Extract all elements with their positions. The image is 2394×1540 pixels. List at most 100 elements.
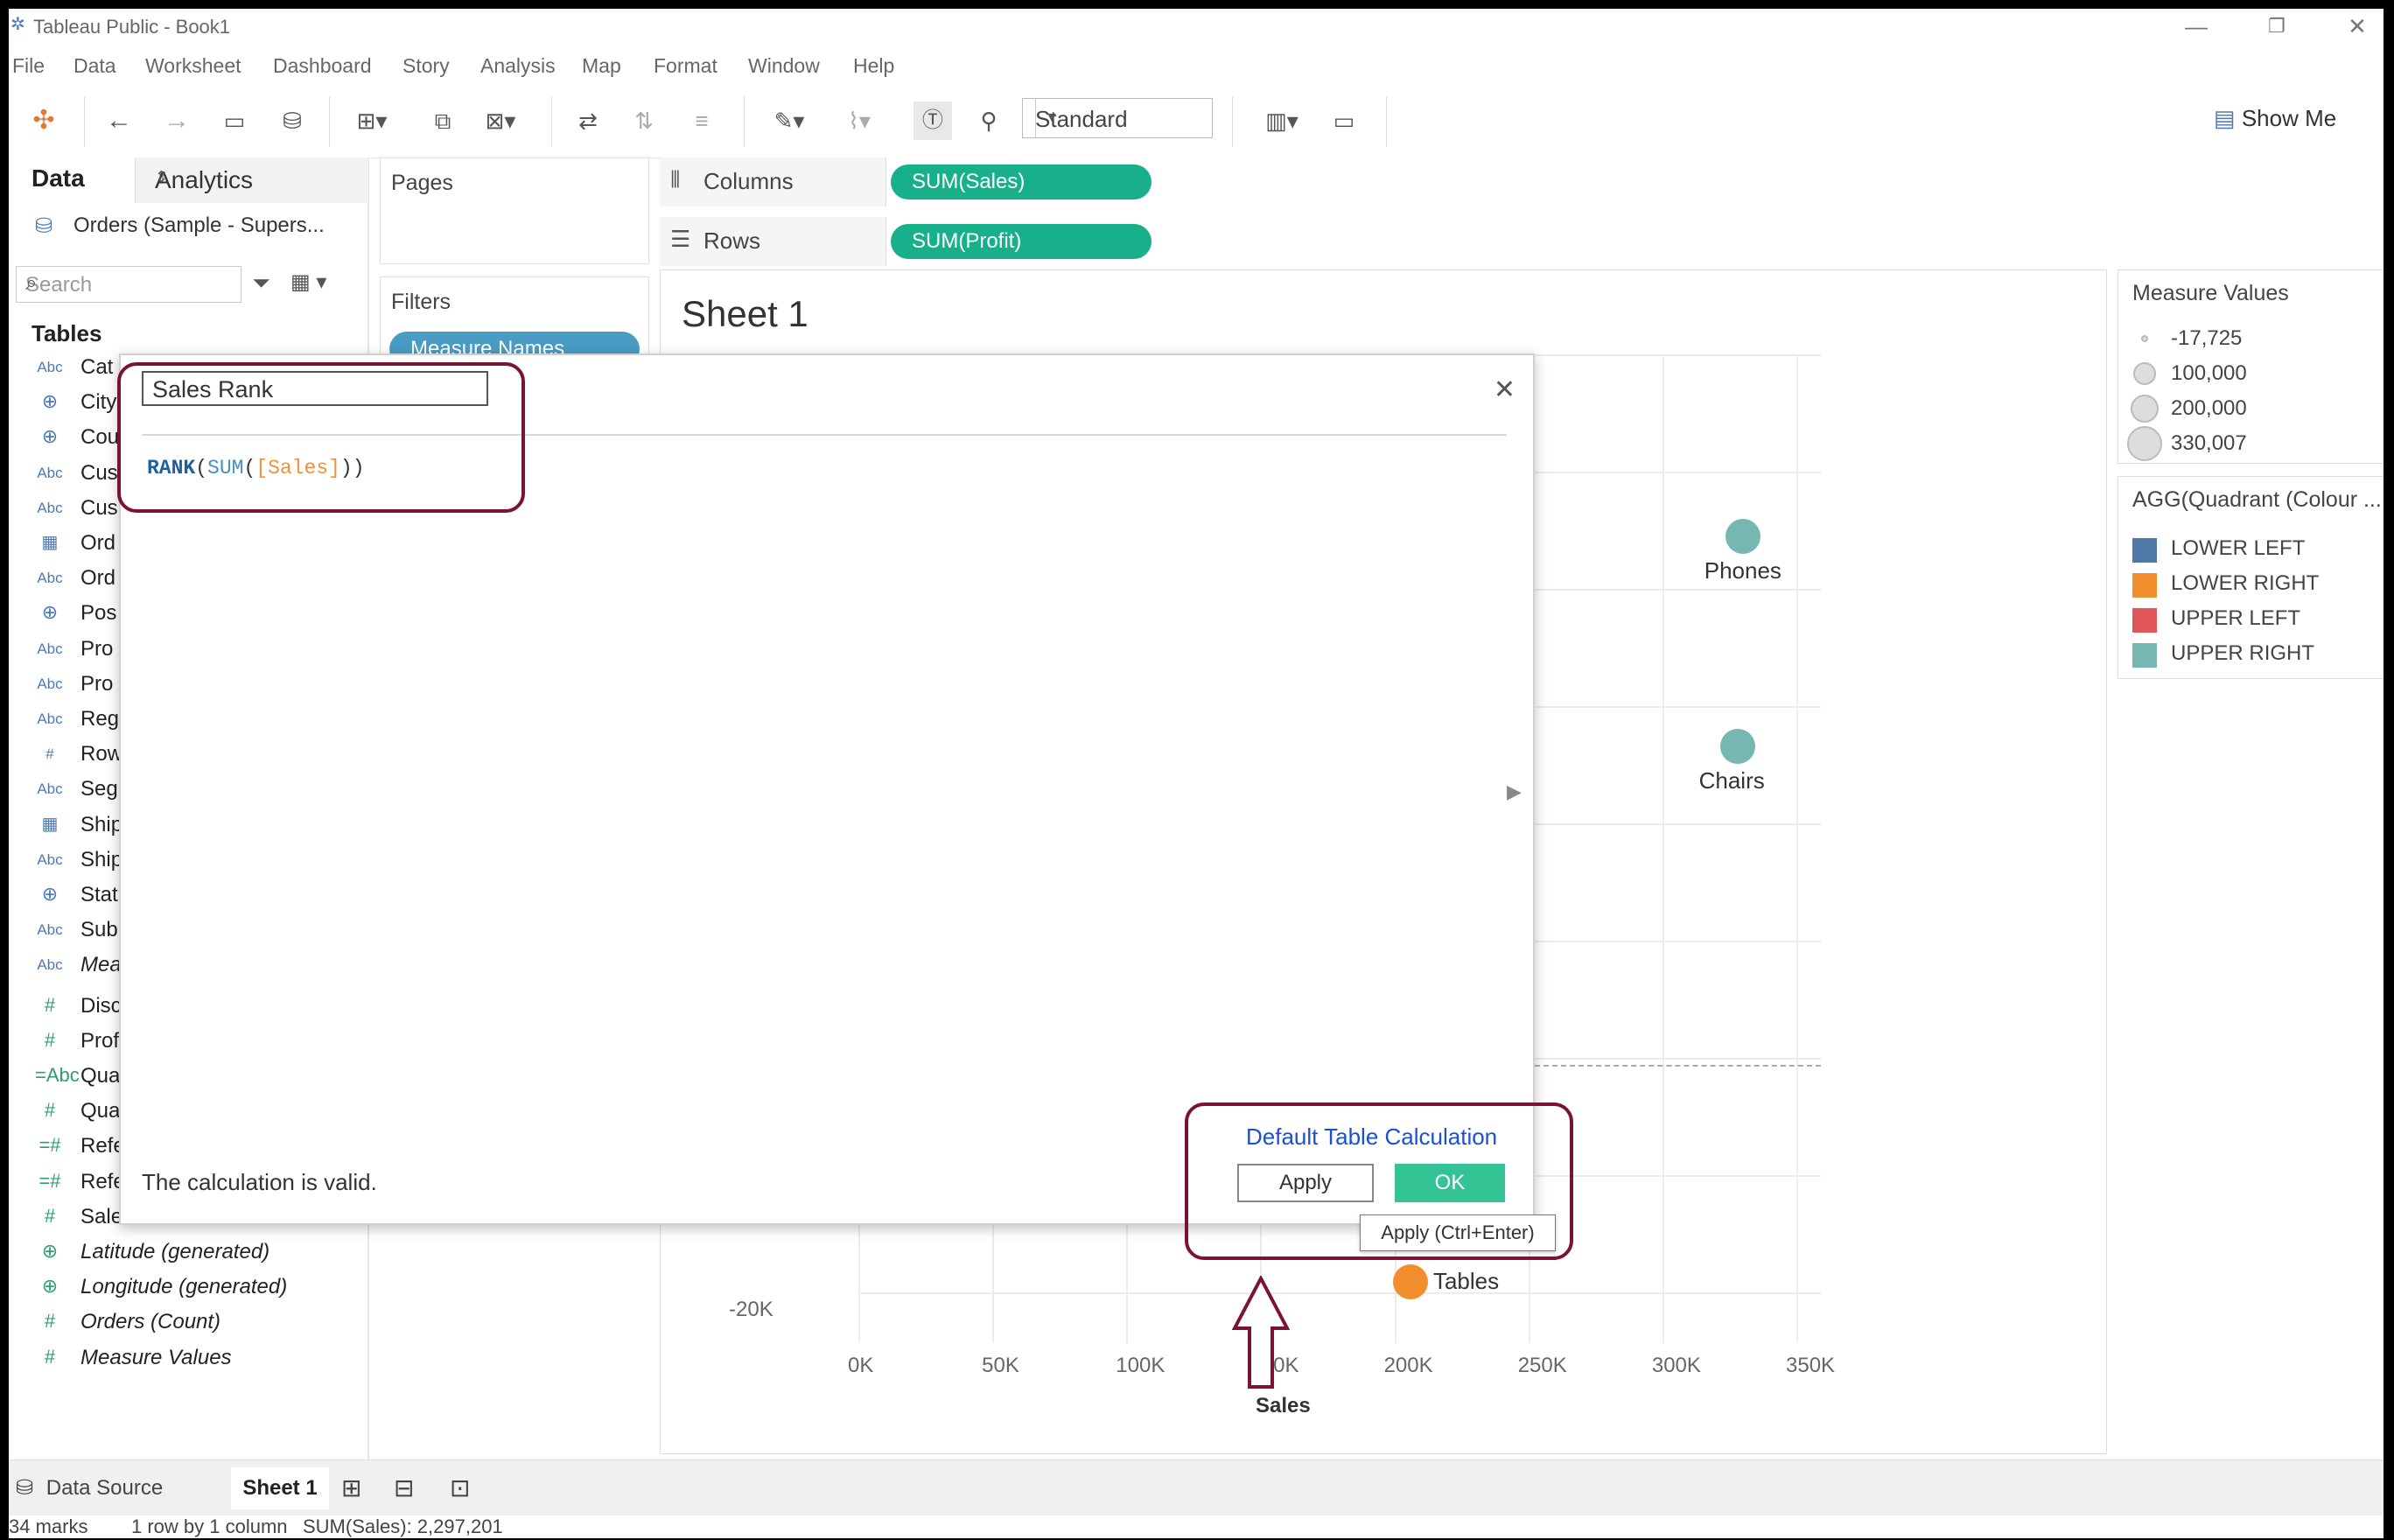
rows-label: Rows [704,228,761,254]
field-type-icon: ⊕ [41,425,59,448]
size-circle-icon [2141,335,2148,342]
menu-window[interactable]: Window [748,54,820,78]
show-me-button[interactable]: ▤ Show Me [2214,105,2336,132]
menu-file[interactable]: File [12,54,45,78]
new-worksheet-tab-icon[interactable]: ⊞ [341,1467,361,1509]
field-item[interactable]: ⊕ Longitude (generated) [9,1270,368,1305]
field-item[interactable]: # Measure Values [9,1340,368,1376]
show-me-label: Show Me [2241,105,2337,131]
size-legend-label: 100,000 [2171,361,2247,385]
columns-pill-sum-sales[interactable]: SUM(Sales) [891,164,1152,200]
sheet-tabs-bar: ⛁ Data Source Sheet 1 ⊞ ⊟ ⊡ [9,1460,2384,1516]
swap-icon[interactable]: ⇄ [569,102,607,140]
scatter-point-chairs[interactable] [1719,729,1755,764]
field-name: Ship [80,847,123,872]
field-item[interactable]: ⊕ Latitude (generated) [9,1235,368,1270]
clear-sheet-icon[interactable]: ⊠▾ [474,102,527,140]
rows-icon: ☰ [670,226,691,252]
minimize-button[interactable]: — [2170,10,2222,42]
x-tick-label: 300K [1651,1354,1701,1377]
pages-shelf[interactable]: Pages [380,158,649,264]
status-marks: 34 marks [9,1516,88,1537]
highlight-icon[interactable]: ✎▾ [763,102,816,140]
show-cards-icon[interactable]: ▥▾ [1251,102,1312,140]
view-list-icon[interactable]: ▦ ▾ [290,270,326,295]
data-source-tab[interactable]: ⛁ Data Source [16,1467,163,1509]
size-legend[interactable]: Measure Values -17,725 100,000 200,000 330,… [2118,270,2384,464]
expand-panel-icon[interactable]: ▶ [1507,780,1522,803]
menu-format[interactable]: Format [654,54,718,78]
new-worksheet-icon[interactable]: ⊞▾ [348,102,396,140]
save-icon[interactable]: ▭ [215,102,254,140]
field-name: City [80,390,117,415]
field-type-icon: Abc [37,359,63,375]
color-legend-item[interactable]: UPPER RIGHT [2118,636,2381,671]
new-dashboard-tab-icon[interactable]: ⊟ [394,1467,414,1509]
redo-icon[interactable]: → [158,102,196,140]
menu-analysis[interactable]: Analysis [480,54,556,78]
new-story-tab-icon[interactable]: ⊡ [450,1467,470,1509]
toolbar-separator [551,96,552,147]
size-circle-icon [2133,362,2156,385]
fit-dropdown[interactable]: Standard ▼ [1022,98,1213,138]
size-legend-item[interactable]: 330,007 [2118,426,2381,461]
duplicate-sheet-icon[interactable]: ⧉ [424,102,462,140]
rows-pill-sum-profit[interactable]: SUM(Profit) [891,224,1152,259]
fix-axes-icon[interactable]: ⚲ [970,102,1008,140]
rows-shelf[interactable]: ☰ Rows SUM(Profit) [660,217,2384,266]
sort-ascending-icon[interactable]: ⇅ [625,102,663,140]
gridline-vertical [1662,354,1664,1343]
menu-story[interactable]: Story [402,54,450,78]
field-type-icon: # [44,993,56,1016]
presentation-mode-icon[interactable]: ▭ [1325,102,1363,140]
scatter-point-tables[interactable] [1392,1264,1428,1299]
group-icon[interactable]: ⌇▾ [833,102,886,140]
tab-analytics[interactable]: Analytics ⇕ [135,158,368,203]
scatter-point-phones[interactable] [1725,519,1760,554]
menu-worksheet[interactable]: Worksheet [145,54,242,78]
tableau-start-icon[interactable]: ✣ [24,102,63,140]
menu-data[interactable]: Data [74,54,116,78]
search-input[interactable]: Search ⌕ [16,266,242,303]
datasource-item[interactable]: ⛁ Orders (Sample - Supers... [35,214,325,238]
field-item[interactable]: # Orders (Count) [9,1305,368,1340]
show-labels-icon[interactable]: Ⓣ [914,102,952,140]
size-legend-item[interactable]: -17,725 [2118,321,2381,356]
title-bar: ✲ Tableau Public - Book1 — ❐ ✕ [9,9,2384,44]
window-title: Tableau Public - Book1 [33,16,231,38]
undo-icon[interactable]: ← [100,102,138,140]
highlight-box-buttons [1185,1102,1573,1260]
status-bar: 34 marks 1 row by 1 column SUM(Sales): 2… [9,1516,2384,1538]
tab-sheet-1[interactable]: Sheet 1 [231,1467,329,1509]
tables-heading: Tables [32,320,102,346]
field-name: Sub [80,918,118,942]
restore-button[interactable]: ❐ [2250,10,2303,42]
menu-map[interactable]: Map [582,54,621,78]
field-type-icon: Abc [37,850,63,868]
color-legend-item[interactable]: UPPER LEFT [2118,601,2381,636]
new-datasource-icon[interactable]: ⛁ [273,102,312,140]
color-legend-item[interactable]: LOWER LEFT [2118,531,2381,566]
color-legend[interactable]: AGG(Quadrant (Colour ... LOWER LEFT LOWER… [2118,476,2384,679]
sort-descending-icon[interactable]: ≡ [682,102,721,140]
filter-icon[interactable]: ⏷ [252,270,270,298]
size-legend-item[interactable]: 200,000 [2118,391,2381,426]
gridline-horizontal [858,1292,1821,1294]
field-name: Disc [80,993,122,1018]
field-type-icon: Abc [37,570,63,587]
field-name: Cus [80,460,118,485]
menu-dashboard[interactable]: Dashboard [273,54,372,78]
field-name: Longitude (generated) [80,1275,288,1299]
color-legend-title: AGG(Quadrant (Colour ... [2132,487,2382,512]
close-window-button[interactable]: ✕ [2331,10,2384,42]
field-name: Reg [80,707,120,731]
close-icon[interactable]: ✕ [1494,374,1516,405]
size-legend-item[interactable]: 100,000 [2118,356,2381,391]
color-legend-item[interactable]: LOWER RIGHT [2118,566,2381,601]
columns-label-box: ⦀ Columns [660,158,886,206]
field-type-icon: ⊕ [41,1275,59,1298]
tableau-logo-icon: ✲ [10,15,25,34]
tab-data[interactable]: Data [32,164,85,192]
columns-shelf[interactable]: ⦀ Columns SUM(Sales) [660,158,2384,206]
menu-help[interactable]: Help [853,54,894,78]
